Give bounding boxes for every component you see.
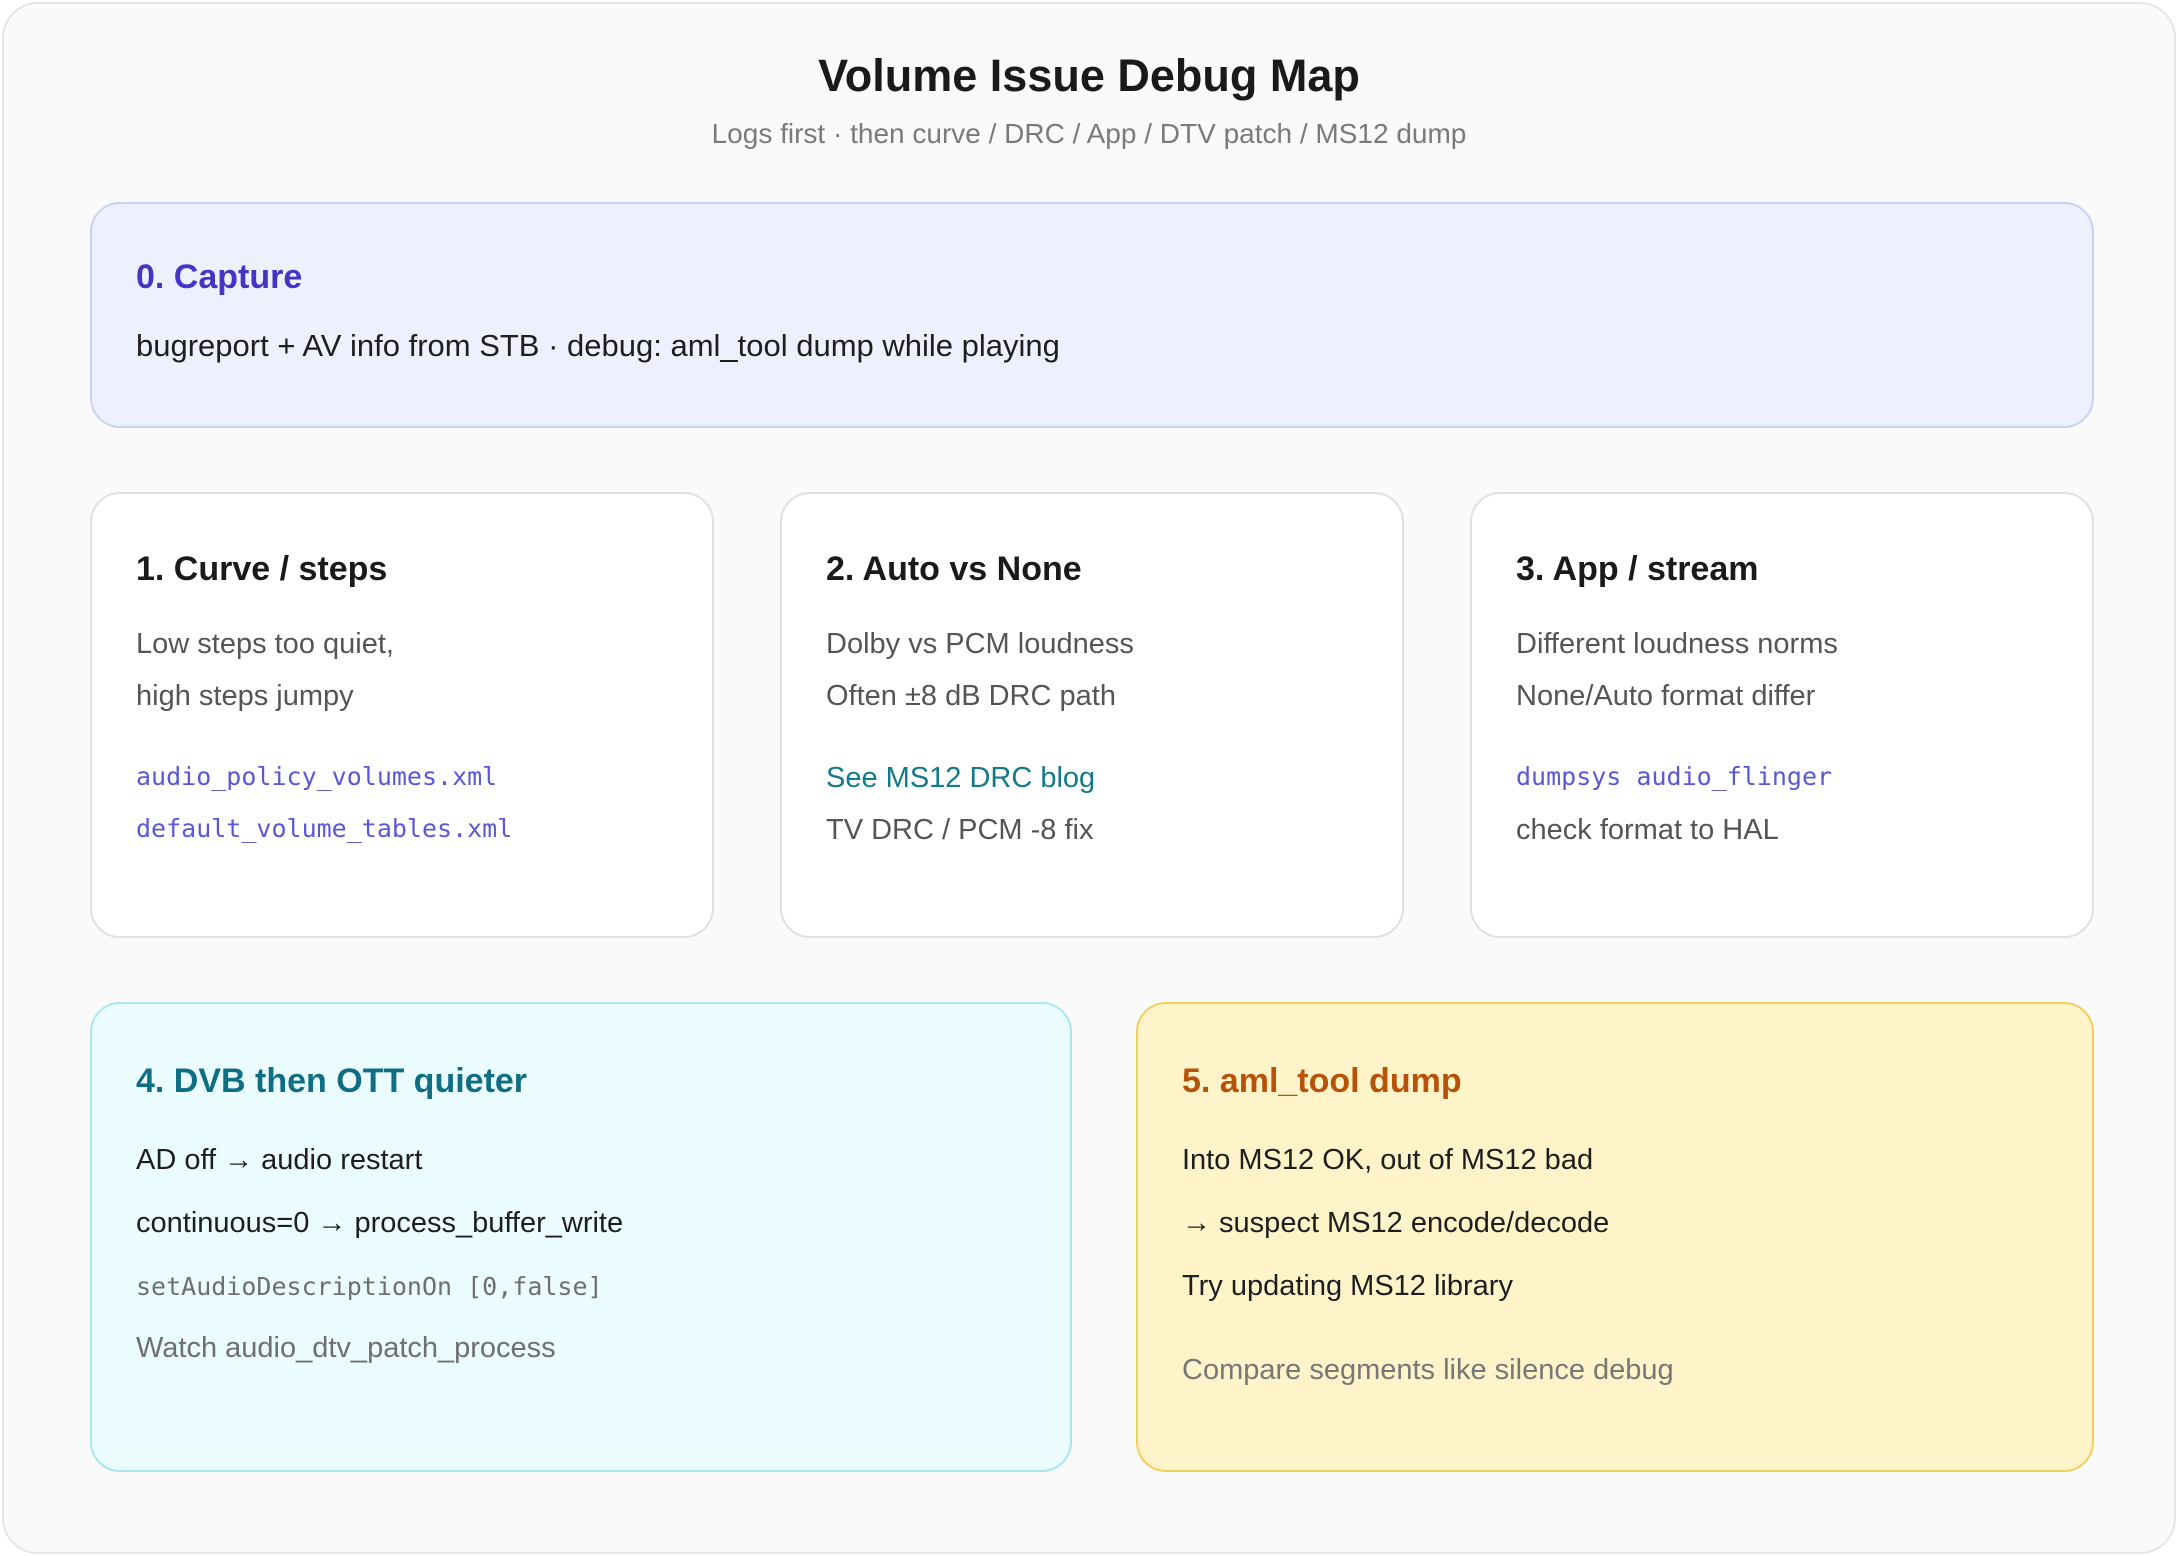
auto-none-line-1: Dolby vs PCM loudness bbox=[826, 628, 1134, 660]
aml-tool-dump-title: 5. aml_tool dump bbox=[1182, 1062, 1462, 1100]
page-subtitle: Logs first · then curve / DRC / App / DT… bbox=[711, 118, 1467, 149]
auto-none-line-2: Often ±8 dB DRC path bbox=[826, 680, 1116, 712]
dvb-code: setAudioDescriptionOn [0,false] bbox=[136, 1272, 603, 1301]
app-stream-title: 3. App / stream bbox=[1516, 550, 1759, 588]
app-stream-line-2: None/Auto format differ bbox=[1516, 680, 1816, 712]
dump-line-2: → suspect MS12 encode/decode bbox=[1182, 1207, 1610, 1239]
dvb-line-2: continuous=0 → process_buffer_write bbox=[136, 1207, 624, 1239]
capture-title: 0. Capture bbox=[136, 258, 303, 296]
dump-line-1: Into MS12 OK, out of MS12 bad bbox=[1182, 1144, 1594, 1176]
curve-file-1: audio_policy_volumes.xml bbox=[136, 762, 498, 791]
auto-none-title: 2. Auto vs None bbox=[826, 550, 1082, 588]
curve-steps-title: 1. Curve / steps bbox=[136, 550, 388, 588]
auto-none-line-4: TV DRC / PCM -8 fix bbox=[826, 814, 1094, 846]
dvb-line-1: AD off → audio restart bbox=[136, 1144, 423, 1176]
app-stream-line-1: Different loudness norms bbox=[1516, 628, 1838, 660]
app-stream-card: 3. App / stream Different loudness norms… bbox=[1470, 492, 2094, 938]
dvb-ott-card: 4. DVB then OTT quieter AD off → audio r… bbox=[90, 1002, 1072, 1472]
curve-line-1: Low steps too quiet, bbox=[136, 628, 394, 660]
capture-card: 0. Capture bugreport + AV info from STB … bbox=[90, 202, 2094, 428]
curve-steps-card: 1. Curve / steps Low steps too quiet, hi… bbox=[90, 492, 714, 938]
curve-file-2: default_volume_tables.xml bbox=[136, 814, 513, 843]
ms12-drc-blog-link[interactable]: See MS12 DRC blog bbox=[826, 762, 1095, 795]
aml-tool-dump-card: 5. aml_tool dump Into MS12 OK, out of MS… bbox=[1136, 1002, 2094, 1472]
app-stream-command: dumpsys audio_flinger bbox=[1516, 762, 1833, 791]
dump-line-3: Try updating MS12 library bbox=[1182, 1270, 1513, 1302]
app-stream-line-4: check format to HAL bbox=[1516, 814, 1779, 846]
diagram-frame: Volume Issue Debug Map Logs first · then… bbox=[2, 2, 2176, 1554]
capture-text: bugreport + AV info from STB · debug: am… bbox=[136, 328, 1060, 363]
dvb-line-4: Watch audio_dtv_patch_process bbox=[136, 1332, 556, 1364]
dvb-ott-title: 4. DVB then OTT quieter bbox=[136, 1062, 528, 1100]
auto-none-card: 2. Auto vs None Dolby vs PCM loudness Of… bbox=[780, 492, 1404, 938]
curve-line-2: high steps jumpy bbox=[136, 680, 354, 712]
dump-line-4: Compare segments like silence debug bbox=[1182, 1354, 1674, 1386]
page-title: Volume Issue Debug Map bbox=[818, 50, 1360, 101]
